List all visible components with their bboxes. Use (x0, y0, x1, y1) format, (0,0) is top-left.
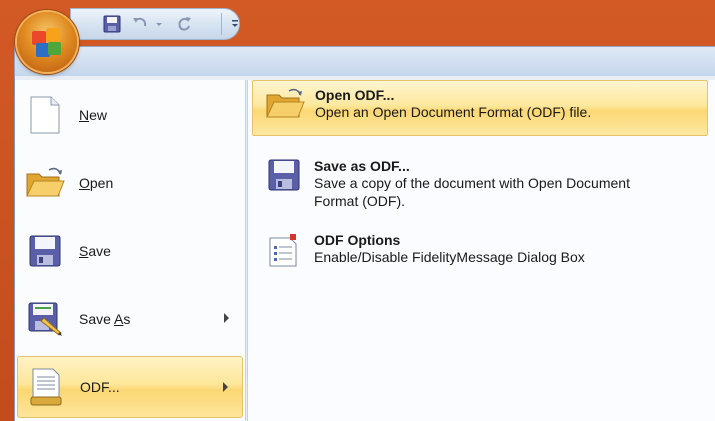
submenu-item-description: Enable/Disable FidelityMessage Dialog Bo… (314, 249, 585, 265)
submenu-item-description: Save a copy of the document with Open Do… (314, 175, 630, 209)
customize-qat-icon[interactable] (229, 9, 241, 39)
save-disk-icon (262, 158, 306, 202)
save-icon[interactable] (97, 9, 127, 39)
office-menu-left-pane: New Open Save Save As ODF... (15, 80, 246, 421)
options-document-icon (262, 232, 306, 276)
quick-access-toolbar (70, 8, 240, 40)
office-menu: New Open Save Save As ODF... Open ODF...… (14, 76, 715, 421)
menu-item-open[interactable]: Open (17, 152, 243, 214)
new-document-icon (23, 93, 67, 137)
undo-icon[interactable] (127, 9, 153, 39)
save-disk-icon (23, 229, 67, 273)
undo-dropdown-icon[interactable] (153, 9, 165, 39)
submenu-item-odf-options[interactable]: ODF Options Enable/Disable FidelityMessa… (252, 226, 708, 276)
submenu-item-description: Open an Open Document Format (ODF) file. (315, 104, 592, 120)
office-button[interactable] (17, 12, 77, 72)
submenu-item-title: ODF Options (314, 232, 401, 248)
odf-document-icon (24, 365, 68, 409)
menu-item-label: Save As (79, 311, 131, 327)
menu-item-odf[interactable]: ODF... (17, 356, 243, 418)
submenu-item-title: Save as ODF... (314, 158, 410, 174)
office-logo-icon (32, 28, 61, 57)
menu-item-save[interactable]: Save (17, 220, 243, 282)
redo-icon[interactable] (169, 9, 199, 39)
odf-submenu: Open ODF... Open an Open Document Format… (247, 80, 715, 421)
submenu-item-open-odf[interactable]: Open ODF... Open an Open Document Format… (252, 80, 708, 136)
submenu-arrow-icon (224, 313, 229, 323)
submenu-arrow-icon (223, 382, 228, 392)
menu-item-label: New (79, 107, 108, 123)
save-as-icon (23, 297, 67, 341)
ribbon-band (14, 46, 715, 76)
qat-separator (221, 13, 222, 35)
menu-item-label: Save (79, 243, 111, 259)
menu-item-label: Open (79, 175, 114, 191)
menu-item-label: ODF... (80, 379, 120, 395)
open-folder-icon (23, 161, 67, 205)
open-folder-icon (263, 87, 307, 131)
submenu-item-title: Open ODF... (315, 87, 395, 103)
menu-item-save-as[interactable]: Save As (17, 288, 243, 350)
submenu-item-save-as-odf[interactable]: Save as ODF... Save a copy of the docume… (252, 152, 708, 212)
menu-item-new[interactable]: New (17, 84, 243, 146)
